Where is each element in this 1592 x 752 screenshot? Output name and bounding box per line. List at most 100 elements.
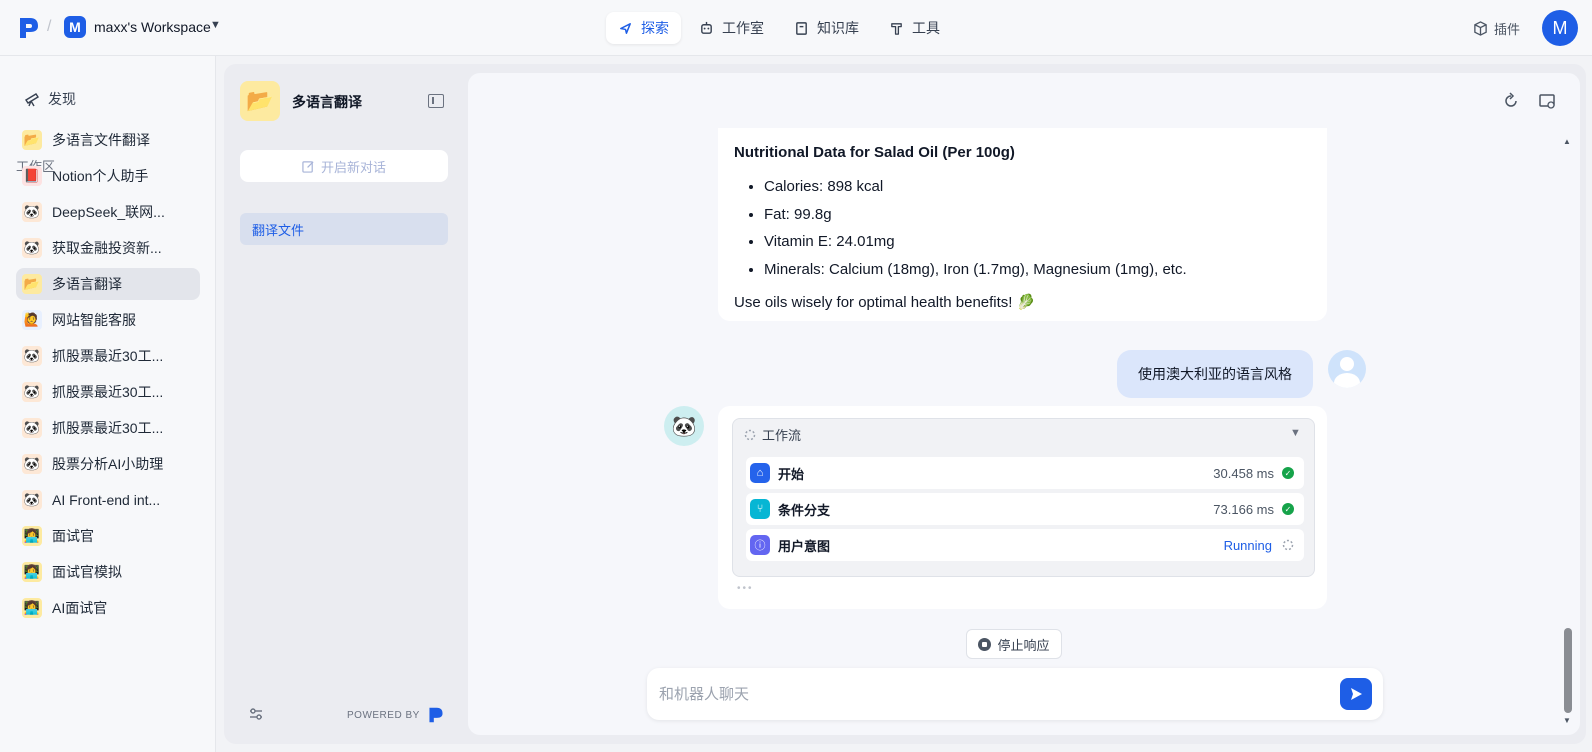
node-time: 73.166 ms [1213,501,1274,517]
nav-explore-label: 探索 [641,20,669,36]
node-name: 开始 [778,466,805,482]
list-item: Minerals: Calcium (18mg), Iron (1.7mg), … [764,256,1311,284]
scroll-down-arrow-icon[interactable]: ▼ [1563,716,1571,725]
bot-icon: 👩‍💻 [22,526,42,546]
sidebar-item[interactable]: 🙋 网站智能客服 [16,304,200,336]
chat-settings-icon[interactable] [1538,92,1556,110]
check-icon: ✓ [1282,467,1294,479]
hammer-icon [891,22,902,35]
sidebar-item[interactable]: 🐼 获取金融投资新... [16,232,200,264]
nav-studio[interactable]: 工作室 [687,12,776,44]
list-item: Fat: 99.8g [764,201,1311,229]
workflow-node: ⑂ 条件分支 73.166 ms ✓ [746,493,1304,525]
conversation-item[interactable]: 翻译文件 [240,213,448,245]
sidebar-item[interactable]: 👩‍💻 AI面试官 [16,592,200,624]
sidebar-item-label: AI Front-end int... [52,492,161,508]
new-chat-label: 开启新对话 [320,159,386,175]
sidebar-item-label: 抓股票最近30工... [52,420,164,436]
bot-icon: 📕 [22,166,42,186]
workspace-avatar[interactable]: M [64,16,86,38]
chat-input-box [647,668,1383,720]
powered-by-label: POWERED BY [347,709,420,721]
sidebar-item[interactable]: 📂 多语言文件翻译 [16,124,200,156]
bot-icon: 🐼 [22,238,42,258]
node-status: Running [1223,537,1272,553]
plugin-label: 插件 [1494,22,1521,37]
nav-knowledge[interactable]: 知识库 [782,12,871,44]
chat-input[interactable] [659,682,1319,706]
bot-icon: 🐼 [22,202,42,222]
nav-knowledge-label: 知识库 [817,20,859,36]
workspace-name[interactable]: maxx's Workspace [94,19,211,35]
sidebar-collapse-icon[interactable] [428,94,444,108]
workflow-node: ⌂ 开始 30.458 ms ✓ [746,457,1304,489]
chevron-down-icon[interactable]: ▼ [210,19,221,31]
stop-response-button[interactable]: 停止响应 [966,629,1062,659]
branch-icon: ⑂ [750,499,770,519]
nav-studio-label: 工作室 [722,20,764,36]
discover-label: 发现 [48,91,76,107]
nav-tools-label: 工具 [912,20,940,36]
user-avatar-icon [1328,350,1366,388]
app-logo-icon[interactable] [18,16,40,40]
powered-by: POWERED BY [347,706,444,724]
sidebar-item[interactable]: 📂 多语言翻译 [16,268,200,300]
new-chat-button[interactable]: 开启新对话 [240,150,448,182]
sidebar-item[interactable]: 👩‍💻 面试官模拟 [16,556,200,588]
nav-explore[interactable]: 探索 [606,12,681,44]
settings-sliders-icon[interactable] [248,706,264,722]
bot-icon: 👩‍💻 [22,598,42,618]
bot-icon: 👩‍💻 [22,562,42,582]
node-name: 条件分支 [778,502,831,518]
sidebar-item-label: AI面试官 [52,600,108,616]
book-icon [796,21,807,35]
node-time: 30.458 ms [1213,465,1274,481]
home-icon: ⌂ [750,463,770,483]
telescope-icon [25,93,39,107]
nav-tools[interactable]: 工具 [877,12,952,44]
sidebar-item[interactable]: 🐼 抓股票最近30工... [16,340,200,372]
sidebar-item-label: 面试官模拟 [52,564,122,580]
stop-icon [978,637,992,651]
sidebar-item[interactable]: 👩‍💻 面试官 [16,520,200,552]
sidebar-item[interactable]: 📕 Notion个人助手 [16,160,200,192]
cube-icon [1474,21,1487,36]
brand-logo-icon [429,707,443,723]
sidebar-item[interactable]: 🐼 抓股票最近30工... [16,412,200,444]
sidebar-item-label: 获取金融投资新... [52,240,162,256]
sidebar-item[interactable]: 🐼 AI Front-end int... [16,484,200,516]
scrollbar-thumb[interactable] [1564,628,1572,713]
bot-name: 多语言翻译 [292,94,362,110]
sidebar-item[interactable]: 🐼 股票分析AI小助理 [16,448,200,480]
workspace-list: 📂 多语言文件翻译 📕 Notion个人助手 🐼 DeepSeek_联网... 🐼 获取金融投… [16,124,200,628]
user-avatar[interactable]: M [1542,10,1578,46]
scroll-up-arrow-icon[interactable]: ▲ [1563,137,1571,146]
list-item: Calories: 898 kcal [764,173,1311,201]
bot-icon: 🐼 [22,418,42,438]
top-bar: / M maxx's Workspace ▼ 探索 工作室 知识库 工具 插件 … [0,0,1592,56]
plugin-button[interactable]: 插件 [1473,19,1520,38]
send-button[interactable] [1340,678,1372,710]
spinner-icon [744,429,756,440]
bot-icon: 📂 [22,130,42,150]
refresh-icon[interactable] [1502,92,1520,110]
edit-icon [302,160,314,173]
breadcrumb-separator: / [47,18,52,35]
compass-icon [620,22,631,34]
spinner-icon [1282,539,1294,551]
workflow-header[interactable]: 工作流 [744,425,801,444]
chevron-down-icon[interactable]: ▼ [1290,427,1301,439]
bot-icon: 🙋 [22,310,42,330]
sidebar-item[interactable]: 🐼 抓股票最近30工... [16,376,200,408]
sidebar-item-label: 面试官 [52,528,94,544]
bot-icon: 🐼 [22,382,42,402]
message-list: Calories: 898 kcal Fat: 99.8g Vitamin E:… [734,173,1311,283]
bot-avatar: 🐼 [664,406,704,446]
message-footer: Use oils wisely for optimal health benef… [734,294,1036,311]
send-icon [1351,688,1362,700]
sidebar-item[interactable]: 🐼 DeepSeek_联网... [16,196,200,228]
list-item: Vitamin E: 24.01mg [764,228,1311,256]
stop-label: 停止响应 [997,637,1050,653]
sidebar-item-label: Notion个人助手 [52,168,149,184]
discover-link[interactable]: 发现 [24,89,76,109]
